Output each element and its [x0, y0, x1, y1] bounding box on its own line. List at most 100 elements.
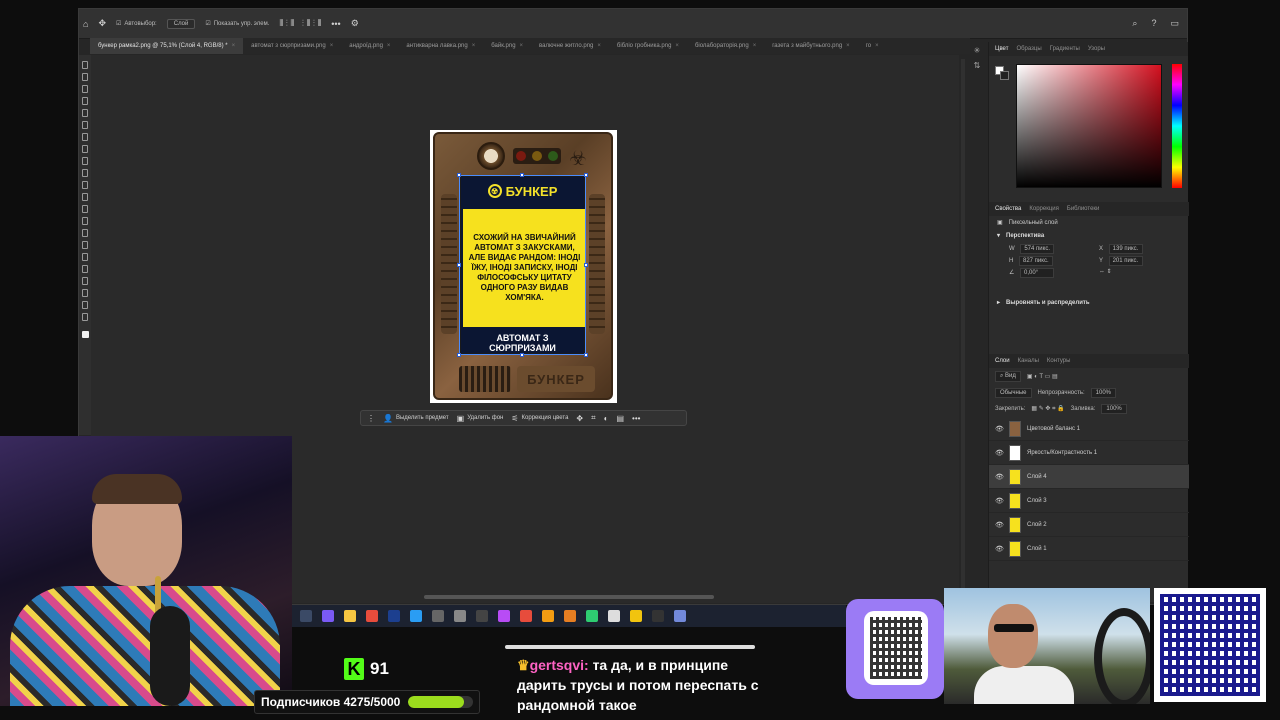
- x-field[interactable]: 139 пикс.: [1108, 244, 1143, 254]
- close-icon[interactable]: ×: [597, 43, 601, 49]
- show-controls-checkbox[interactable]: ☑ Показать упр. элем.: [205, 20, 269, 28]
- close-icon[interactable]: ×: [232, 43, 236, 49]
- history-brush-tool[interactable]: [82, 181, 88, 189]
- app-icon[interactable]: [652, 610, 664, 622]
- move-tool-icon[interactable]: ✥: [98, 18, 106, 29]
- hue-slider[interactable]: [1172, 64, 1182, 188]
- hand-tool[interactable]: [82, 289, 88, 297]
- close-icon[interactable]: ×: [387, 43, 391, 49]
- transform-handle[interactable]: [457, 173, 461, 177]
- layer-row[interactable]: 👁 Цветовой баланс 1: [989, 417, 1189, 441]
- document-tab[interactable]: валючне житло.png ×: [531, 38, 609, 54]
- more-icon[interactable]: •••: [632, 414, 640, 423]
- quick-select-tool[interactable]: [82, 97, 88, 105]
- dodge-tool[interactable]: [82, 229, 88, 237]
- home-icon[interactable]: ⌂: [83, 19, 88, 29]
- panel-tab[interactable]: Узоры: [1088, 46, 1105, 52]
- document-tab[interactable]: антикварна лавка.png ×: [398, 38, 483, 54]
- panel-tab[interactable]: Цвет: [995, 46, 1008, 52]
- app-icon[interactable]: [454, 610, 466, 622]
- panel-tab[interactable]: Образцы: [1016, 46, 1041, 52]
- transform-handle[interactable]: [584, 263, 588, 267]
- app-icon[interactable]: [542, 610, 554, 622]
- lightbulb-icon[interactable]: ✳: [974, 46, 981, 55]
- search-icon[interactable]: ⌕: [1132, 18, 1137, 29]
- gradient-tool[interactable]: [82, 205, 88, 213]
- transform-handle[interactable]: [584, 173, 588, 177]
- layer-row[interactable]: 👁 Яркость/Контрастность 1: [989, 441, 1189, 465]
- pen-tool[interactable]: [82, 241, 88, 249]
- width-field[interactable]: 574 пикс.: [1020, 244, 1055, 254]
- select-subject-button[interactable]: 👤 Выделить предмет: [383, 414, 449, 423]
- panel-tab[interactable]: Контуры: [1047, 358, 1071, 364]
- transform-icon[interactable]: ✥: [576, 414, 583, 423]
- crop-tool[interactable]: [82, 109, 88, 117]
- app-icon[interactable]: [498, 610, 510, 622]
- transform-handle[interactable]: [584, 353, 588, 357]
- document-tab[interactable]: газета з майбутнього.png ×: [764, 38, 857, 54]
- crop-icon[interactable]: ⌗: [591, 413, 596, 423]
- color-correction-button[interactable]: ⚟ Коррекция цвета: [511, 414, 568, 423]
- marquee-tool[interactable]: [82, 73, 88, 81]
- app-icon[interactable]: [432, 610, 444, 622]
- app-icon[interactable]: [476, 610, 488, 622]
- more-tools[interactable]: [82, 313, 88, 321]
- angle-field[interactable]: 0,00°: [1020, 268, 1055, 278]
- discord-icon[interactable]: [674, 610, 686, 622]
- document-tab[interactable]: го ×: [858, 38, 887, 54]
- document-tab[interactable]: біолабораторія.png ×: [687, 38, 764, 54]
- y-field[interactable]: 201 пикс.: [1108, 256, 1143, 266]
- height-field[interactable]: 827 пикс.: [1019, 256, 1053, 266]
- blend-mode-dropdown[interactable]: Обычные: [995, 388, 1032, 398]
- panel-tab[interactable]: Библиотеки: [1067, 206, 1100, 212]
- transform-handle[interactable]: [520, 353, 524, 357]
- app-icon[interactable]: [586, 610, 598, 622]
- fill-field[interactable]: 100%: [1101, 404, 1127, 414]
- layer-row[interactable]: 👁 Слой 3: [989, 489, 1189, 513]
- frame-tool[interactable]: [82, 121, 88, 129]
- close-icon[interactable]: ×: [875, 43, 879, 49]
- app-icon[interactable]: [608, 610, 620, 622]
- photoshop-icon[interactable]: [388, 610, 400, 622]
- visibility-eye-icon[interactable]: 👁: [995, 497, 1004, 505]
- document-tab[interactable]: байк.png ×: [483, 38, 531, 54]
- more-icon[interactable]: •••: [331, 19, 340, 29]
- visibility-eye-icon[interactable]: 👁: [995, 521, 1004, 529]
- lasso-tool[interactable]: [82, 85, 88, 93]
- visibility-eye-icon[interactable]: 👁: [995, 425, 1004, 433]
- layer-row[interactable]: 👁 Слой 1: [989, 537, 1189, 561]
- close-icon[interactable]: ×: [330, 43, 334, 49]
- flip-icons[interactable]: ⇔ ⇕: [1099, 268, 1181, 278]
- filter-icons[interactable]: ▣ ◐ T ▭ ▤: [1027, 373, 1058, 380]
- visibility-eye-icon[interactable]: 👁: [995, 545, 1004, 553]
- fg-bg-swatches[interactable]: [995, 66, 1009, 80]
- remove-bg-button[interactable]: ▣ Удалить фон: [457, 414, 504, 423]
- close-icon[interactable]: ×: [520, 43, 524, 49]
- stamp-tool[interactable]: [82, 169, 88, 177]
- widgets-icon[interactable]: [322, 610, 334, 622]
- vlc-icon[interactable]: [564, 610, 576, 622]
- app-icon[interactable]: [520, 610, 532, 622]
- transform-handle[interactable]: [457, 263, 461, 267]
- shape-tool[interactable]: [82, 277, 88, 285]
- explorer-icon[interactable]: [344, 610, 356, 622]
- app-icon[interactable]: [630, 610, 642, 622]
- move-tool[interactable]: [82, 61, 88, 69]
- close-icon[interactable]: ×: [846, 43, 850, 49]
- document-tab[interactable]: бібліо гробника.png ×: [609, 38, 687, 54]
- foreground-color-swatch[interactable]: [81, 331, 89, 338]
- opacity-field[interactable]: 100%: [1090, 388, 1117, 398]
- document-tab[interactable]: андроїд.png ×: [341, 38, 398, 54]
- path-select-tool[interactable]: [82, 265, 88, 273]
- workspace-icon[interactable]: ▭: [1170, 18, 1179, 29]
- app-icon[interactable]: [410, 610, 422, 622]
- history-icon[interactable]: ⇅: [974, 61, 981, 70]
- drag-handle-icon[interactable]: ⋮: [367, 414, 375, 423]
- eraser-tool[interactable]: [82, 193, 88, 201]
- layer-row[interactable]: 👁 Слой 4: [989, 465, 1189, 489]
- align-header[interactable]: ▸ Выровнять и распределить: [989, 296, 1189, 309]
- document-tab[interactable]: автомат з сюрпризами.png ×: [243, 38, 341, 54]
- close-icon[interactable]: ×: [675, 43, 679, 49]
- eyedropper-tool[interactable]: [82, 133, 88, 141]
- visibility-eye-icon[interactable]: 👁: [995, 449, 1004, 457]
